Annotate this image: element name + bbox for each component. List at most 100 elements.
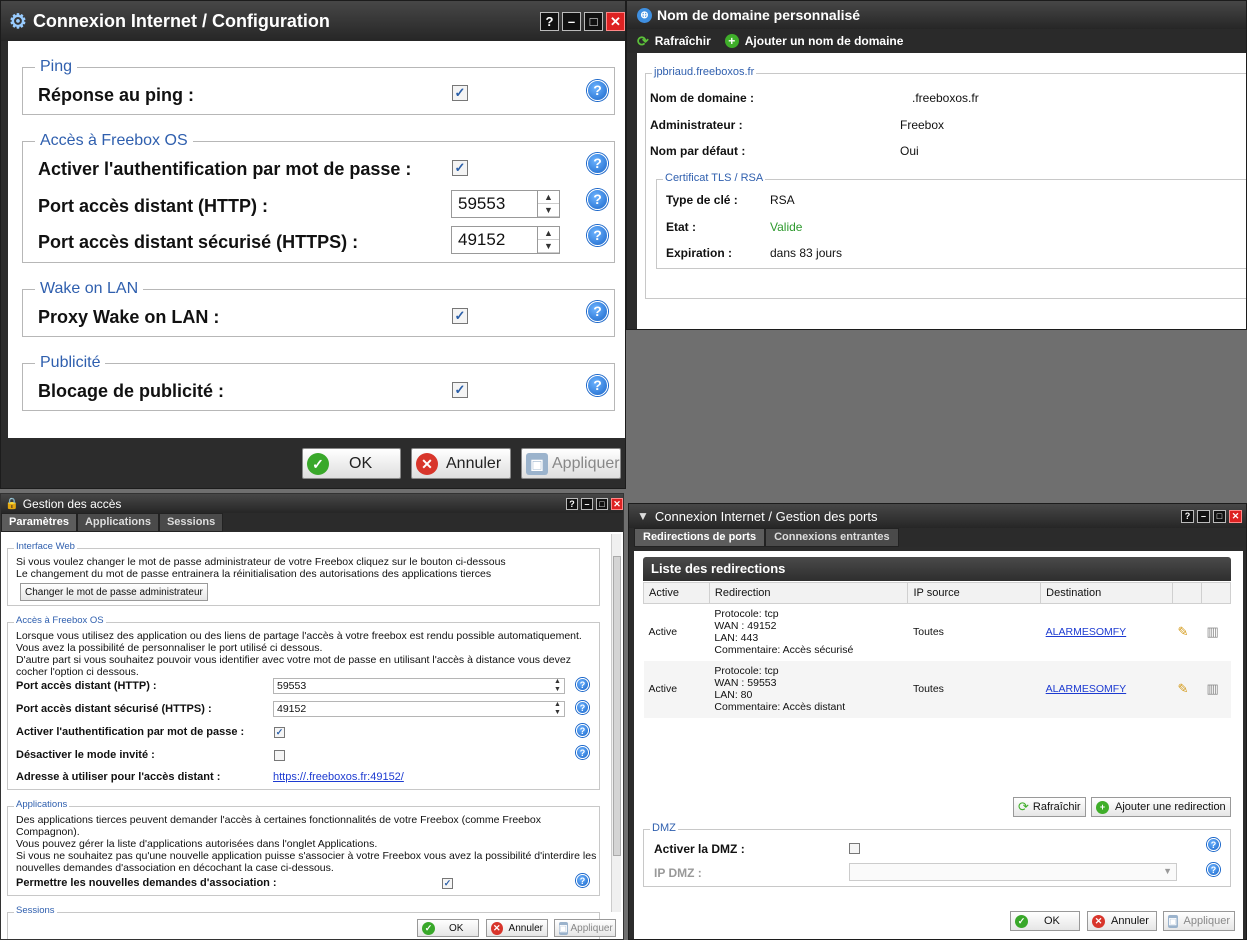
- tab-parameters[interactable]: Paramètres: [1, 513, 77, 532]
- cancel-icon: ✕: [1092, 914, 1105, 928]
- save-icon: ▣: [1168, 914, 1178, 928]
- help-icon[interactable]: ?: [576, 678, 589, 691]
- maximize-button[interactable]: □: [1213, 509, 1226, 523]
- config-title: Connexion Internet / Configuration: [32, 10, 330, 31]
- dmz-checkbox[interactable]: [849, 843, 860, 854]
- row-destination-link[interactable]: ALARMESOMFY: [1046, 683, 1127, 695]
- check-icon: ✓: [1015, 914, 1028, 928]
- close-button[interactable]: ✕: [606, 11, 625, 31]
- change-password-button[interactable]: Changer le mot de passe administrateur: [20, 583, 208, 601]
- allow-apps-checkbox[interactable]: ✓: [442, 878, 453, 889]
- https-port-field[interactable]: 49152: [273, 701, 565, 717]
- ok-button[interactable]: ✓ OK: [417, 919, 479, 937]
- auth-checkbox[interactable]: ✓: [274, 727, 285, 738]
- refresh-button[interactable]: ⟳ Rafraîchir: [637, 33, 711, 50]
- scrollbar[interactable]: [611, 534, 621, 912]
- cancel-button[interactable]: ✕ Annuler: [486, 919, 548, 937]
- add-domain-button[interactable]: + Ajouter un nom de domaine: [724, 34, 903, 48]
- https-port-stepper[interactable]: 49152 ▲ ▼: [451, 226, 560, 254]
- help-icon[interactable]: ?: [1207, 863, 1220, 876]
- row-redirection: Protocole: tcp WAN : 59553 LAN: 80 Comme…: [709, 661, 908, 718]
- table-row[interactable]: Active Protocole: tcp WAN : 49152 LAN: 4…: [643, 603, 1231, 661]
- add-redirection-button[interactable]: + Ajouter une redirection: [1091, 797, 1231, 817]
- close-button[interactable]: ✕: [1229, 509, 1242, 523]
- apply-button[interactable]: ▣ Appliquer: [554, 919, 616, 937]
- help-window-button[interactable]: ?: [1181, 509, 1194, 523]
- help-icon[interactable]: ?: [587, 225, 608, 246]
- col-destination[interactable]: Destination: [1040, 582, 1174, 604]
- help-icon[interactable]: ?: [587, 375, 608, 396]
- col-redirection[interactable]: Redirection: [708, 582, 909, 604]
- spin-icon[interactable]: ▲ ▼: [554, 678, 561, 694]
- http-port-stepper[interactable]: 59553 ▲ ▼: [451, 190, 560, 218]
- ok-label: OK: [349, 454, 373, 472]
- cancel-button[interactable]: ✕ Annuler: [411, 448, 511, 479]
- maximize-button[interactable]: □: [596, 497, 608, 510]
- table-row[interactable]: Active Protocole: tcp WAN : 59553 LAN: 8…: [643, 660, 1231, 718]
- dmz-ip-select[interactable]: ▼: [849, 863, 1177, 881]
- col-edit: [1172, 582, 1202, 604]
- help-window-button[interactable]: ?: [540, 11, 559, 31]
- tab-port-redirections[interactable]: Redirections de ports: [634, 528, 766, 547]
- auth-checkbox[interactable]: ✓: [452, 160, 468, 176]
- help-icon[interactable]: ?: [587, 153, 608, 174]
- http-port-field[interactable]: 59553: [273, 678, 565, 694]
- ping-fieldset: Ping Réponse au ping : ✓ ?: [22, 58, 615, 115]
- minimize-button[interactable]: –: [581, 497, 593, 510]
- col-active[interactable]: Active: [643, 582, 710, 604]
- spin-icon[interactable]: ▲ ▼: [554, 701, 561, 717]
- help-icon[interactable]: ?: [587, 301, 608, 322]
- add-redirection-label: Ajouter une redirection: [1115, 801, 1226, 813]
- default-name-label: Nom par défaut :: [650, 144, 746, 158]
- apply-button[interactable]: ▣ Appliquer: [1163, 911, 1235, 931]
- help-icon[interactable]: ?: [576, 874, 589, 887]
- ok-button[interactable]: ✓ OK: [302, 448, 401, 479]
- cancel-button[interactable]: ✕ Annuler: [1087, 911, 1157, 931]
- ping-label: Réponse au ping :: [38, 85, 195, 105]
- domain-toolbar: ⟳ Rafraîchir + Ajouter un nom de domaine: [627, 29, 1246, 53]
- spin-down-icon[interactable]: ▼: [538, 240, 559, 253]
- ping-checkbox[interactable]: ✓: [452, 85, 468, 101]
- domain-name-label: Nom de domaine :: [650, 91, 755, 105]
- help-icon[interactable]: ?: [587, 80, 608, 101]
- spin-up-icon[interactable]: ▲: [538, 227, 559, 240]
- scrollbar-thumb[interactable]: [613, 556, 621, 856]
- tab-applications[interactable]: Applications: [76, 513, 159, 532]
- help-icon[interactable]: ?: [576, 701, 589, 714]
- row-wan: WAN : 49152: [714, 620, 777, 633]
- row-destination-link[interactable]: ALARMESOMFY: [1046, 626, 1127, 638]
- help-icon[interactable]: ?: [1207, 838, 1220, 851]
- minimize-button[interactable]: –: [1197, 509, 1210, 523]
- tab-incoming-connections[interactable]: Connexions entrantes: [765, 528, 899, 547]
- col-ip-source[interactable]: IP source: [907, 582, 1042, 604]
- row-protocol: Protocole: tcp: [714, 665, 779, 677]
- cancel-label: Annuler: [1111, 915, 1149, 927]
- help-icon[interactable]: ?: [587, 189, 608, 210]
- help-icon[interactable]: ?: [576, 746, 589, 759]
- minimize-button[interactable]: –: [562, 11, 581, 31]
- trash-icon[interactable]: ▥: [1206, 624, 1218, 639]
- spin-up-icon[interactable]: ▲: [538, 191, 559, 204]
- close-button[interactable]: ✕: [611, 497, 623, 510]
- row-comment: Commentaire: Accès sécurisé: [714, 644, 854, 657]
- chevron-down-icon: ▼: [1163, 866, 1172, 876]
- remote-url-link[interactable]: https://.freeboxos.fr:49152/: [273, 771, 404, 783]
- edit-icon[interactable]: ✎: [1178, 681, 1189, 696]
- tab-sessions[interactable]: Sessions: [158, 513, 224, 532]
- ok-button[interactable]: ✓ OK: [1010, 911, 1080, 931]
- help-icon[interactable]: ?: [576, 724, 589, 737]
- access-legend: Accès à Freebox OS: [14, 615, 106, 626]
- config-window: ⚙ Connexion Internet / Configuration ? –…: [0, 0, 626, 489]
- row-redirection: Protocole: tcp WAN : 49152 LAN: 443 Comm…: [709, 604, 908, 661]
- wol-checkbox[interactable]: ✓: [452, 308, 468, 324]
- apply-button[interactable]: ▣ Appliquer: [521, 448, 621, 479]
- edit-icon[interactable]: ✎: [1178, 624, 1189, 639]
- refresh-redirections-button[interactable]: ⟳ Rafraîchir: [1013, 797, 1086, 817]
- help-window-button[interactable]: ?: [566, 497, 578, 510]
- ads-checkbox[interactable]: ✓: [452, 382, 468, 398]
- trash-icon[interactable]: ▥: [1206, 681, 1218, 696]
- row-active: Active: [648, 683, 678, 695]
- maximize-button[interactable]: □: [584, 11, 603, 31]
- guest-checkbox[interactable]: [274, 750, 285, 761]
- spin-down-icon[interactable]: ▼: [538, 204, 559, 217]
